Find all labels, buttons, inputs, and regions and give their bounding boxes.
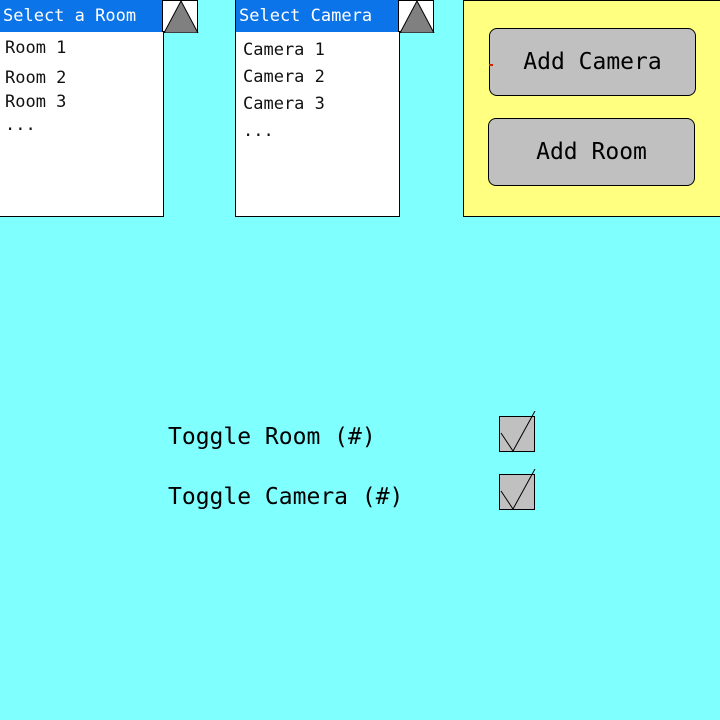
- checkmark-icon: [499, 469, 536, 510]
- camera-list-more: ...: [243, 121, 274, 141]
- room-dropdown-toggle[interactable]: [162, 0, 199, 33]
- toggle-camera-checkbox[interactable]: [499, 469, 536, 511]
- add-room-button[interactable]: Add Room: [488, 118, 695, 186]
- room-list-item[interactable]: Room 2: [0, 62, 66, 88]
- camera-list-item[interactable]: Camera 3: [236, 86, 325, 114]
- room-list-item[interactable]: Room 1: [0, 32, 66, 62]
- camera-dropdown[interactable]: Select Camera Camera 1 Camera 2 Camera 3…: [235, 0, 400, 217]
- toggle-camera-label: Toggle Camera (#): [168, 484, 404, 510]
- toggle-room-checkbox[interactable]: [499, 411, 536, 453]
- cursor-mark: [489, 64, 493, 66]
- camera-dropdown-header[interactable]: Select Camera: [236, 0, 399, 32]
- add-camera-button[interactable]: Add Camera: [489, 28, 696, 96]
- camera-list-item[interactable]: Camera 1: [236, 32, 325, 60]
- action-panel: Add Camera Add Room: [463, 0, 720, 217]
- camera-list: Camera 1 Camera 2 Camera 3 ...: [236, 32, 325, 141]
- room-dropdown[interactable]: Select a Room Room 1 Room 2 Room 3 ...: [0, 0, 164, 217]
- toggle-room-label: Toggle Room (#): [168, 424, 376, 450]
- triangle-up-icon: [399, 1, 435, 33]
- app-canvas: Select a Room Room 1 Room 2 Room 3 ... S…: [0, 0, 720, 720]
- room-list: Room 1 Room 2 Room 3 ...: [0, 32, 66, 135]
- triangle-up-icon: [163, 1, 199, 33]
- camera-list-item[interactable]: Camera 2: [236, 59, 325, 87]
- room-list-more: ...: [5, 115, 36, 135]
- room-dropdown-header[interactable]: Select a Room: [0, 0, 163, 32]
- room-list-item[interactable]: Room 3: [0, 86, 66, 112]
- checkmark-icon: [499, 411, 536, 452]
- camera-dropdown-toggle[interactable]: [398, 0, 435, 33]
